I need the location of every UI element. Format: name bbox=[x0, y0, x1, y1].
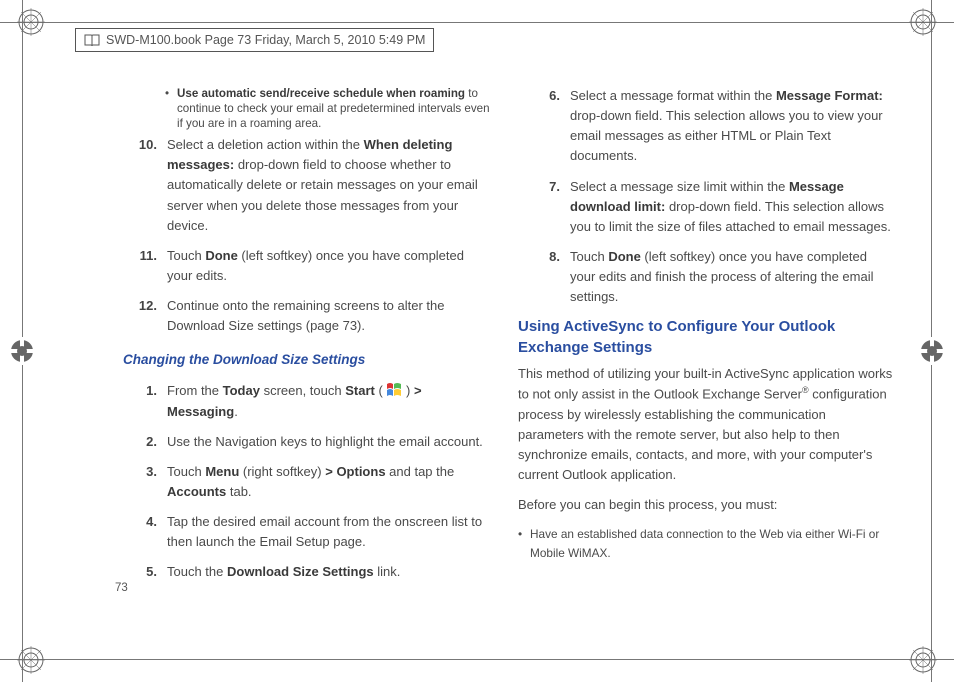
step-number: 6. bbox=[532, 86, 570, 167]
step-number: 12. bbox=[129, 296, 167, 336]
text-span: Touch bbox=[570, 249, 608, 264]
windows-start-icon bbox=[386, 382, 402, 398]
text-span: From the bbox=[167, 383, 223, 398]
bullet-text: Have an established data connection to t… bbox=[530, 525, 893, 562]
step-5: 5. Touch the Download Size Settings link… bbox=[129, 562, 490, 582]
step-text: Touch Menu (right softkey) > Options and… bbox=[167, 462, 490, 502]
step-text: Touch Done (left softkey) once you have … bbox=[570, 247, 893, 307]
text-span: Touch bbox=[167, 248, 205, 263]
text-span: ) bbox=[402, 383, 414, 398]
bold-span: Start bbox=[345, 383, 375, 398]
step-10: 10. Select a deletion action within the … bbox=[129, 135, 490, 236]
crop-line bbox=[0, 22, 954, 23]
step-number: 7. bbox=[532, 177, 570, 237]
bold-span: Download Size Settings bbox=[227, 564, 374, 579]
text-span: screen, touch bbox=[260, 383, 345, 398]
bold-span: Message Format: bbox=[776, 88, 883, 103]
text-span: drop-down field. This selection allows y… bbox=[570, 108, 883, 163]
bold-span: > Options bbox=[325, 464, 385, 479]
right-column: 6. Select a message format within the Me… bbox=[518, 86, 893, 593]
bullet-dot: • bbox=[165, 86, 177, 131]
registration-mark bbox=[17, 646, 45, 674]
text-span: ( bbox=[375, 383, 387, 398]
bullet-roaming: • Use automatic send/receive schedule wh… bbox=[165, 86, 490, 131]
bullet-text: Use automatic send/receive schedule when… bbox=[177, 86, 490, 131]
text-span: Touch bbox=[167, 464, 205, 479]
book-icon bbox=[84, 34, 100, 47]
text-span: tab. bbox=[226, 484, 251, 499]
step-8: 8. Touch Done (left softkey) once you ha… bbox=[532, 247, 893, 307]
text-span: link. bbox=[374, 564, 401, 579]
registration-mark bbox=[909, 646, 937, 674]
page-number: 73 bbox=[115, 582, 128, 594]
step-text: Touch Done (left softkey) once you have … bbox=[167, 246, 490, 286]
step-number: 3. bbox=[129, 462, 167, 502]
header-text: SWD-M100.book Page 73 Friday, March 5, 2… bbox=[106, 33, 425, 47]
step-number: 1. bbox=[129, 381, 167, 421]
text-span: Select a deletion action within the bbox=[167, 137, 364, 152]
step-text: Use the Navigation keys to highlight the… bbox=[167, 432, 490, 452]
registration-mark bbox=[8, 337, 36, 365]
bold-span: Today bbox=[223, 383, 260, 398]
text-span: Select a message size limit within the bbox=[570, 179, 789, 194]
page-header-box: SWD-M100.book Page 73 Friday, March 5, 2… bbox=[75, 28, 434, 52]
registered-mark: ® bbox=[802, 385, 809, 395]
bold-span: Accounts bbox=[167, 484, 226, 499]
subheading-download-size: Changing the Download Size Settings bbox=[123, 350, 490, 371]
step-text: Continue onto the remaining screens to a… bbox=[167, 296, 490, 336]
step-number: 11. bbox=[129, 246, 167, 286]
registration-mark bbox=[918, 337, 946, 365]
registration-mark bbox=[909, 8, 937, 36]
bold-span: Done bbox=[608, 249, 641, 264]
paragraph: This method of utilizing your built-in A… bbox=[518, 364, 893, 485]
step-text: From the Today screen, touch Start ( ) >… bbox=[167, 381, 490, 421]
text-span: . bbox=[234, 404, 238, 419]
step-number: 2. bbox=[129, 432, 167, 452]
section-heading-activesync: Using ActiveSync to Configure Your Outlo… bbox=[518, 317, 893, 358]
step-12: 12. Continue onto the remaining screens … bbox=[129, 296, 490, 336]
step-text: Select a deletion action within the When… bbox=[167, 135, 490, 236]
left-column: • Use automatic send/receive schedule wh… bbox=[115, 86, 490, 593]
step-number: 5. bbox=[129, 562, 167, 582]
paragraph: Before you can begin this process, you m… bbox=[518, 495, 893, 515]
text-span: (right softkey) bbox=[239, 464, 325, 479]
text-span: Select a message format within the bbox=[570, 88, 776, 103]
step-6: 6. Select a message format within the Me… bbox=[532, 86, 893, 167]
step-text: Select a message size limit within the M… bbox=[570, 177, 893, 237]
step-text: Select a message format within the Messa… bbox=[570, 86, 893, 167]
step-text: Touch the Download Size Settings link. bbox=[167, 562, 490, 582]
bold-span: Menu bbox=[205, 464, 239, 479]
step-number: 10. bbox=[129, 135, 167, 236]
step-1: 1. From the Today screen, touch Start ( … bbox=[129, 381, 490, 421]
bullet-connection: • Have an established data connection to… bbox=[518, 525, 893, 562]
text-span: Touch the bbox=[167, 564, 227, 579]
bold-span: Use automatic send/receive schedule when… bbox=[177, 87, 465, 100]
step-number: 4. bbox=[129, 512, 167, 552]
step-text: Tap the desired email account from the o… bbox=[167, 512, 490, 552]
step-2: 2. Use the Navigation keys to highlight … bbox=[129, 432, 490, 452]
step-3: 3. Touch Menu (right softkey) > Options … bbox=[129, 462, 490, 502]
text-span: and tap the bbox=[386, 464, 455, 479]
step-number: 8. bbox=[532, 247, 570, 307]
registration-mark bbox=[17, 8, 45, 36]
step-7: 7. Select a message size limit within th… bbox=[532, 177, 893, 237]
bold-span: Done bbox=[205, 248, 238, 263]
page-content: • Use automatic send/receive schedule wh… bbox=[115, 86, 893, 593]
bullet-dot: • bbox=[518, 525, 530, 562]
step-11: 11. Touch Done (left softkey) once you h… bbox=[129, 246, 490, 286]
crop-line bbox=[0, 659, 954, 660]
step-4: 4. Tap the desired email account from th… bbox=[129, 512, 490, 552]
